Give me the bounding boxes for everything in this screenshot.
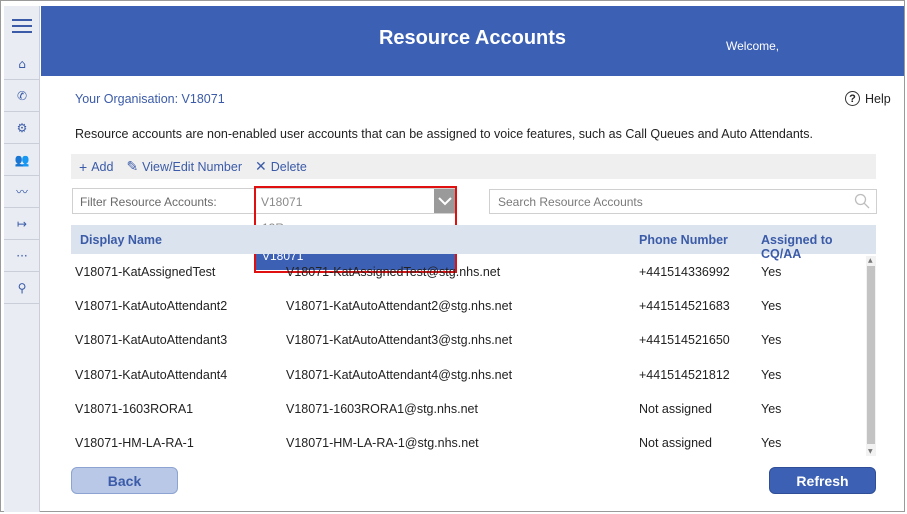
view-edit-number-label: View/Edit Number — [142, 159, 242, 174]
search-placeholder: Search Resource Accounts — [498, 195, 643, 209]
table-scrollbar[interactable]: ▲ ▼ — [866, 256, 876, 456]
help-icon: ? — [845, 91, 860, 106]
cell-assigned: Yes — [761, 299, 782, 313]
cell-display-name: V18071-KatAutoAttendant4 — [75, 368, 228, 382]
pencil-icon: ✎ — [126, 158, 139, 174]
back-button[interactable]: Back — [71, 467, 178, 494]
add-button[interactable]: + Add — [79, 159, 113, 175]
chart-icon[interactable]: 〰 — [4, 176, 40, 208]
cell-assigned: Yes — [761, 333, 782, 347]
table-row[interactable]: V18071-HM-LA-RA-1 V18071-HM-LA-RA-1@stg.… — [71, 427, 864, 461]
filter-dropdown-value[interactable]: V18071 — [261, 195, 302, 209]
page-header: Resource Accounts Welcome, — [41, 6, 904, 76]
cell-assigned: Yes — [761, 402, 782, 416]
cell-phone: +441514521812 — [639, 368, 730, 382]
users-icon[interactable]: 👥 — [4, 144, 40, 176]
view-edit-number-button[interactable]: ✎ View/Edit Number — [126, 158, 242, 175]
settings-icon[interactable]: ⚙ — [4, 112, 40, 144]
table-row[interactable]: V18071-1603RORA1 V18071-1603RORA1@stg.nh… — [71, 393, 864, 427]
delete-button[interactable]: ✕ Delete — [255, 158, 307, 175]
add-label: Add — [91, 159, 114, 174]
welcome-text: Welcome, — [726, 39, 780, 53]
table-header: Display Name Phone Number Assigned to CQ… — [71, 225, 876, 261]
col-phone-number[interactable]: Phone Number — [639, 233, 728, 247]
cell-upn: V18071-HM-LA-RA-1@stg.nhs.net — [286, 436, 479, 450]
scroll-down-icon[interactable]: ▼ — [868, 448, 873, 455]
plus-icon: + — [79, 158, 88, 175]
search-icon — [854, 193, 870, 209]
cell-assigned: Yes — [761, 436, 782, 450]
cell-display-name: V18071-1603RORA1 — [75, 402, 194, 416]
cell-phone: Not assigned — [639, 402, 712, 416]
phone-icon[interactable]: ✆ — [4, 80, 40, 112]
cell-phone: +441514521650 — [639, 333, 730, 347]
hamburger-icon[interactable] — [12, 19, 32, 37]
cell-upn: V18071-1603RORA1@stg.nhs.net — [286, 402, 478, 416]
cell-display-name: V18071-KatAutoAttendant2 — [75, 299, 228, 313]
scroll-up-icon[interactable]: ▲ — [868, 257, 873, 264]
cell-display-name: V18071-HM-LA-RA-1 — [75, 436, 194, 450]
cell-phone: +441514521683 — [639, 299, 730, 313]
filter-label: Filter Resource Accounts: — [80, 195, 217, 209]
arrow-right-icon[interactable]: ↦ — [4, 208, 40, 240]
cell-upn: V18071-KatAutoAttendant4@stg.nhs.net — [286, 368, 513, 382]
help-label: Help — [865, 91, 891, 106]
cell-display-name: V18071-KatAutoAttendant3 — [75, 333, 228, 347]
x-icon: ✕ — [254, 158, 267, 174]
table-row[interactable]: V18071-KatAssignedTest V18071-KatAssigne… — [71, 256, 864, 290]
cell-display-name: V18071-KatAssignedTest — [75, 265, 216, 279]
cell-phone: +441514336992 — [639, 265, 730, 279]
table-row[interactable]: V18071-KatAutoAttendant4 V18071-KatAutoA… — [71, 359, 864, 393]
description-text: Resource accounts are non-enabled user a… — [75, 127, 813, 141]
col-display-name[interactable]: Display Name — [80, 233, 162, 247]
cell-upn: V18071-KatAutoAttendant2@stg.nhs.net — [286, 299, 513, 313]
cell-assigned: Yes — [761, 368, 782, 382]
person-icon[interactable]: ⚲ — [4, 272, 40, 304]
cell-upn: V18071-KatAssignedTest@stg.nhs.net — [286, 265, 501, 279]
delete-label: Delete — [270, 159, 307, 174]
cell-phone: Not assigned — [639, 436, 712, 450]
table-row[interactable]: V18071-KatAutoAttendant3 V18071-KatAutoA… — [71, 324, 864, 358]
organisation-label: Your Organisation: V18071 — [75, 92, 225, 106]
chevron-down-icon[interactable] — [434, 189, 456, 213]
cell-upn: V18071-KatAutoAttendant3@stg.nhs.net — [286, 333, 513, 347]
toolbar: + Add ✎ View/Edit Number ✕ Delete — [71, 154, 876, 179]
help-button[interactable]: ? Help — [845, 91, 891, 106]
home-icon[interactable]: ⌂ — [4, 48, 40, 80]
cell-assigned: Yes — [761, 265, 782, 279]
scrollbar-thumb[interactable] — [867, 266, 875, 444]
more-icon[interactable]: ··· — [4, 240, 40, 272]
refresh-button[interactable]: Refresh — [769, 467, 876, 494]
sidebar: ⌂ ✆ ⚙ 👥 〰 ↦ ··· ⚲ — [4, 6, 40, 512]
search-input[interactable]: Search Resource Accounts — [489, 189, 877, 214]
table-row[interactable]: V18071-KatAutoAttendant2 V18071-KatAutoA… — [71, 290, 864, 324]
